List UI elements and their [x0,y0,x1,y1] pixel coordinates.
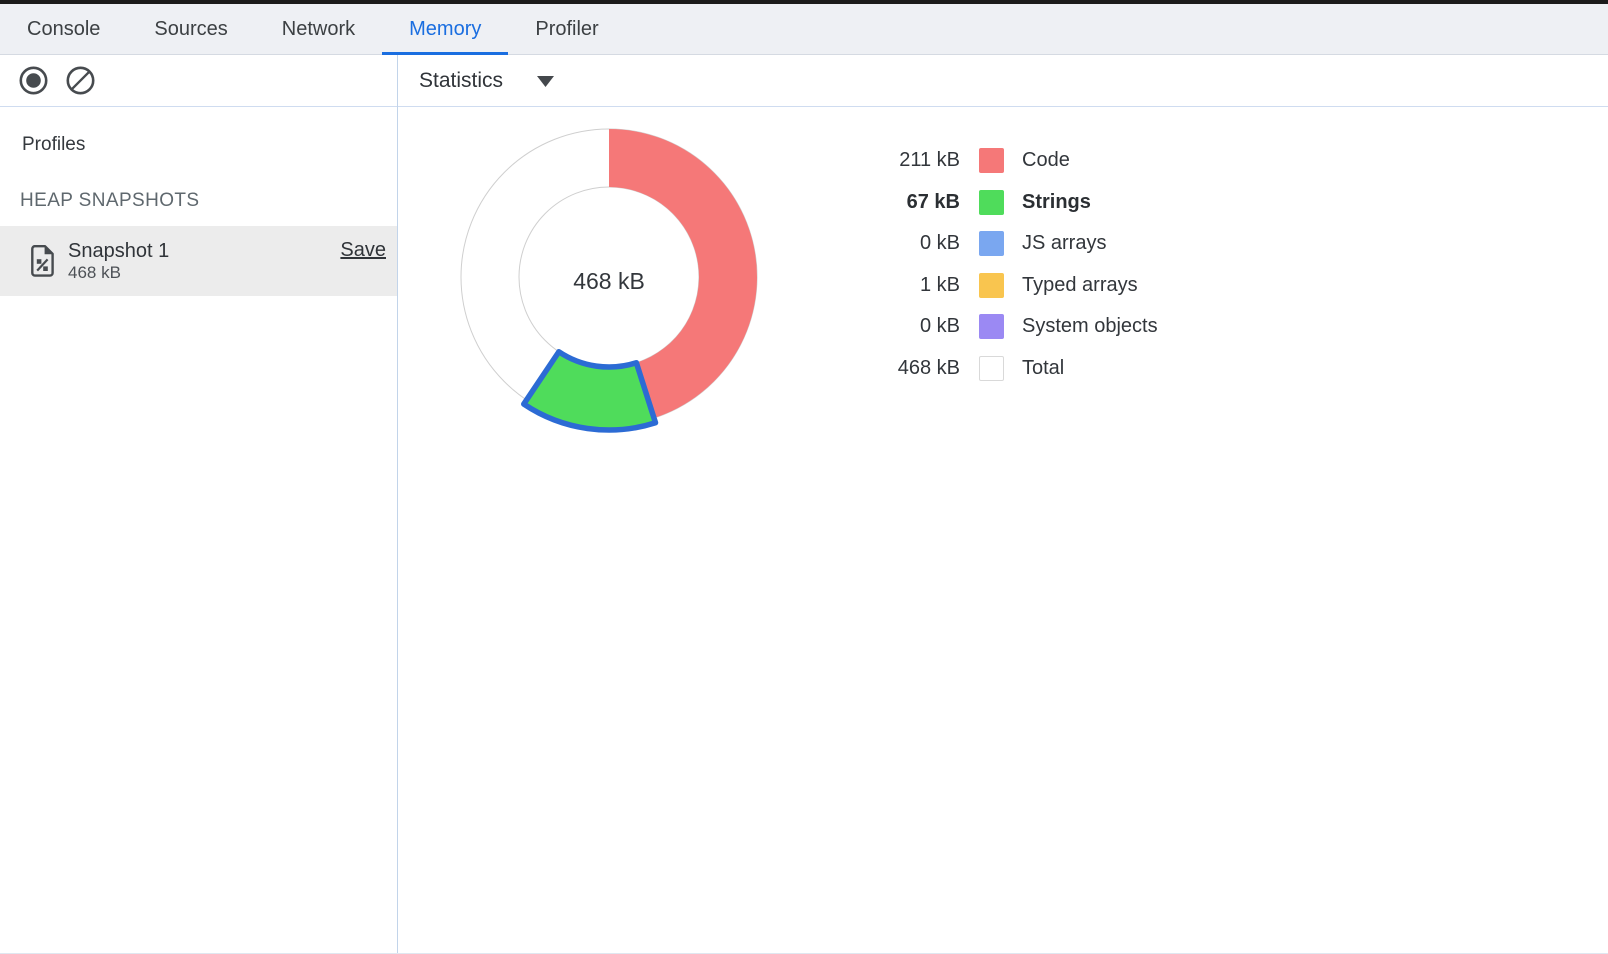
legend-swatch-icon [979,231,1004,256]
legend-label: Total [1022,357,1064,380]
heap-snapshot-document-icon [30,244,55,278]
chart-slice-strings[interactable] [524,352,656,430]
clear-icon [65,65,96,96]
legend-value: 67 kB [850,191,960,214]
legend-row-code[interactable]: 211 kB Code [850,140,1158,182]
legend-label: System objects [1022,315,1158,338]
chevron-down-icon [535,73,556,89]
sidebar-item-snapshot-1[interactable]: Snapshot 1 468 kB Save [0,226,397,296]
legend-value: 0 kB [850,315,960,338]
snapshot-info: Snapshot 1 468 kB [68,240,169,282]
legend-row-js-arrays[interactable]: 0 kB JS arrays [850,223,1158,265]
legend-row-strings[interactable]: 67 kB Strings [850,182,1158,224]
chart-legend: 211 kB Code 67 kB Strings 0 kB JS arrays 1 kB T… [850,140,1158,389]
legend-row-typed-arrays[interactable]: 1 kB Typed arrays [850,265,1158,307]
legend-swatch-icon [979,148,1004,173]
clear-profiles-button[interactable] [64,65,96,97]
tab-console[interactable]: Console [0,4,127,54]
tab-memory[interactable]: Memory [382,4,508,54]
legend-swatch-icon [979,273,1004,298]
perspective-dropdown-value: Statistics [419,69,503,93]
chart-total-label: 468 kB [573,268,645,294]
tab-sources[interactable]: Sources [127,4,254,54]
snapshot-size: 468 kB [68,263,169,282]
view-toolbar: Statistics [398,55,1608,107]
devtools-tabbar: Console Sources Network Memory Profiler [0,4,1608,55]
devtools-memory-panel: { "tabs": { "items": [ { "label": "Conso… [0,0,1608,954]
legend-swatch-icon [979,314,1004,339]
legend-label: Typed arrays [1022,274,1138,297]
tab-network[interactable]: Network [255,4,382,54]
statistics-donut-chart[interactable]: 468 kB [444,112,774,442]
profiles-toolbar [0,55,397,107]
legend-swatch-icon [979,356,1004,381]
legend-value: 0 kB [850,232,960,255]
perspective-dropdown[interactable]: Statistics [419,69,556,93]
legend-row-total[interactable]: 468 kB Total [850,348,1158,390]
legend-label: Code [1022,149,1070,172]
legend-label: Strings [1022,191,1091,214]
legend-value: 468 kB [850,357,960,380]
snapshot-name: Snapshot 1 [68,240,169,263]
record-heap-snapshot-button[interactable] [17,65,49,97]
legend-row-system-objects[interactable]: 0 kB System objects [850,306,1158,348]
legend-label: JS arrays [1022,232,1106,255]
sidebar-title: Profiles [22,134,85,156]
statistics-chart-area: 468 kB [444,112,774,442]
save-snapshot-link[interactable]: Save [340,239,386,262]
sidebar-divider[interactable] [397,55,398,954]
heap-snapshots-section-heading: HEAP SNAPSHOTS [20,190,199,212]
legend-value: 211 kB [850,149,960,172]
legend-value: 1 kB [850,274,960,297]
record-icon [18,65,49,96]
legend-swatch-icon [979,190,1004,215]
tab-profiler[interactable]: Profiler [508,4,625,54]
